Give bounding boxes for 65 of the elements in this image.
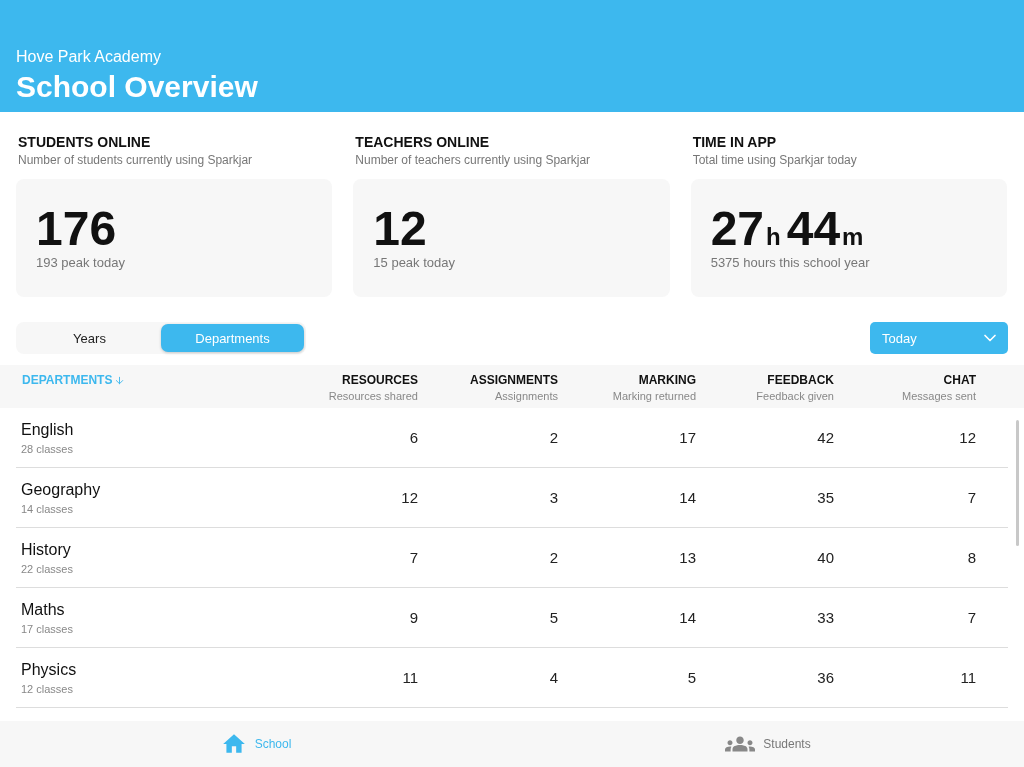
table-cell-text: 42 (816, 429, 834, 446)
stat-description: Number of teachers currently using Sparkjar (354, 153, 592, 167)
segment-tab[interactable]: Years (18, 324, 161, 352)
tab-bar-item[interactable]: Students (512, 721, 1024, 767)
stat-title: TIME IN APP (691, 134, 778, 150)
stat-note: 15 peak today (373, 255, 456, 270)
column-header[interactable]: FEEDBACK (767, 373, 834, 387)
table-cell-text: 8 (966, 549, 976, 566)
table-cell-text: 7 (966, 609, 976, 626)
table-cell-text: 3 (548, 489, 558, 506)
stat-note: 193 peak today (36, 255, 126, 270)
stat-unit: m (842, 223, 864, 250)
table-cell-text: 5 (686, 669, 696, 686)
column-caption: Feedback given (756, 390, 834, 402)
department-name: History (21, 540, 72, 559)
table-cell-text: 14 (678, 489, 696, 506)
table-cell-text: 5 (548, 609, 558, 626)
department-name: Geography (21, 480, 102, 499)
column-header[interactable]: RESOURCES (342, 373, 418, 387)
school-name: Hove Park Academy (16, 48, 162, 66)
class-count: 12 classes (21, 682, 74, 695)
table-cell-text: 17 (678, 429, 696, 446)
stat-title: STUDENTS ONLINE (17, 134, 152, 150)
column-header[interactable]: CHAT (943, 373, 976, 387)
column-caption: Marking returned (612, 390, 696, 402)
department-name: Physics (21, 660, 78, 679)
page-title: School Overview (16, 70, 259, 104)
table-cell-text: 9 (408, 609, 418, 626)
column-caption: Messages sent (902, 390, 976, 402)
stat-description: Total time using Sparkjar today (691, 153, 858, 167)
stat-note: 5375 hours this school year (710, 255, 871, 270)
table-cell-text: 33 (816, 609, 834, 626)
column-caption: Assignments (495, 390, 558, 402)
table-cell-text: 2 (548, 549, 558, 566)
table-cell-text: 4 (548, 669, 558, 686)
table-cell-text: 7 (408, 549, 418, 566)
class-count: 22 classes (21, 562, 74, 575)
column-header[interactable]: ASSIGNMENTS (470, 373, 558, 387)
stat-description: Number of students currently using Sparkjar (17, 153, 254, 167)
sort-arrow-icon (114, 374, 126, 386)
table-cell-text: 12 (400, 489, 418, 506)
column-caption: Resources shared (328, 390, 418, 402)
department-name: Maths (21, 600, 66, 619)
class-count: 14 classes (21, 502, 74, 515)
class-count: 28 classes (21, 442, 74, 455)
table-cell-text: 35 (816, 489, 834, 506)
table-cell-text: 7 (966, 489, 976, 506)
stat-title: TEACHERS ONLINE (354, 134, 491, 150)
column-header[interactable]: MARKING (638, 373, 696, 387)
table-cell-text: 12 (958, 429, 976, 446)
class-count: 17 classes (21, 622, 74, 635)
stat-value: 176 (36, 202, 117, 255)
table-cell-text: 11 (401, 669, 418, 686)
table-cell-text: 2 (548, 429, 558, 446)
stat-value: 27 (710, 202, 765, 255)
table-cell-text: 14 (678, 609, 696, 626)
stat-unit: h (766, 223, 781, 250)
stat-value: 12 (373, 202, 427, 255)
table-cell-text: 11 (959, 669, 976, 686)
table-cell-text: 36 (816, 669, 834, 686)
table-cell-text: 6 (408, 429, 418, 446)
table-cell-text: 40 (816, 549, 834, 566)
department-name: English (21, 420, 75, 439)
stat-value: 44 (786, 202, 841, 255)
table-cell-text: 13 (678, 549, 696, 566)
